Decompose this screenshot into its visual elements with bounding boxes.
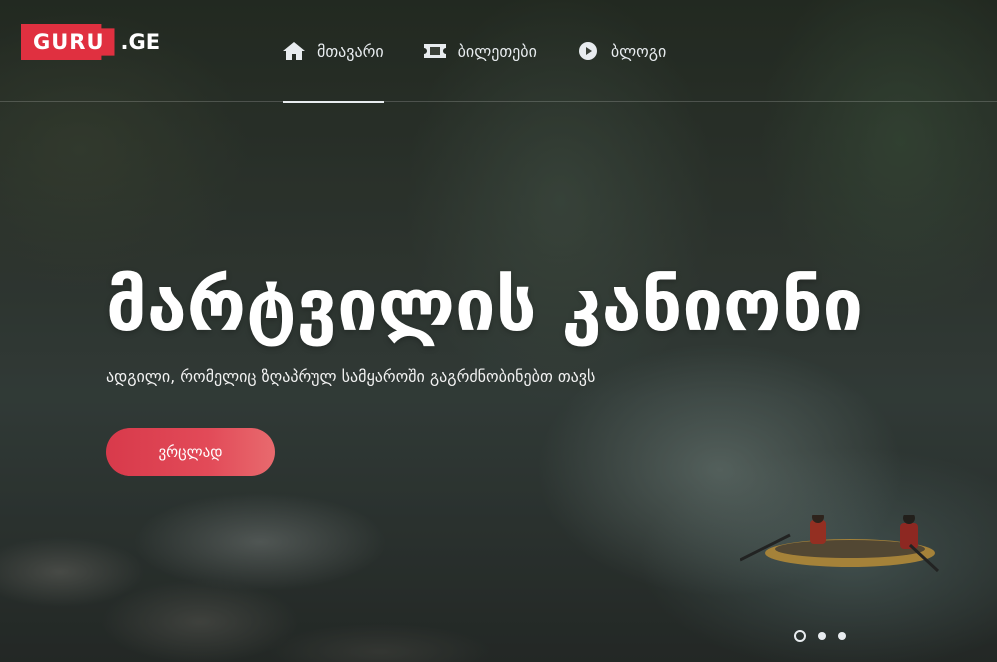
slider-pagination [794, 630, 858, 642]
logo-suffix: .GE [120, 30, 161, 54]
slider-dot-1[interactable] [794, 630, 806, 642]
nav-item-label: ბლოგი [610, 41, 667, 61]
nav-item-tickets[interactable]: ბილეთები [423, 0, 537, 102]
slider-dot-2[interactable] [818, 632, 826, 640]
site-logo[interactable]: GURU .GE [21, 24, 160, 60]
read-more-button[interactable]: ვრცლად [106, 428, 275, 476]
play-circle-icon [577, 41, 599, 61]
nav-item-blog[interactable]: ბლოგი [577, 0, 666, 102]
hero-text: მარტვილის კანიონი ადგილი, რომელიც ზღაპრუ… [106, 255, 863, 386]
nav-item-label: მთავარი [317, 41, 384, 61]
ticket-icon [423, 41, 446, 61]
hero-title: მარტვილის კანიონი [106, 263, 864, 347]
logo-badge: GURU [21, 24, 115, 60]
nav-item-home[interactable]: მთავარი [283, 0, 384, 103]
site-header: GURU .GE მთავარი ბილეთები ბლოგი [0, 0, 997, 103]
hero-subtitle: ადგილი, რომელიც ზღაპრულ სამყაროში გაგრძნ… [106, 367, 596, 386]
home-icon [283, 41, 305, 61]
main-nav: მთავარი ბილეთები ბლოგი [283, 0, 706, 103]
slider-dot-3[interactable] [838, 632, 846, 640]
nav-item-label: ბილეთები [457, 41, 537, 61]
